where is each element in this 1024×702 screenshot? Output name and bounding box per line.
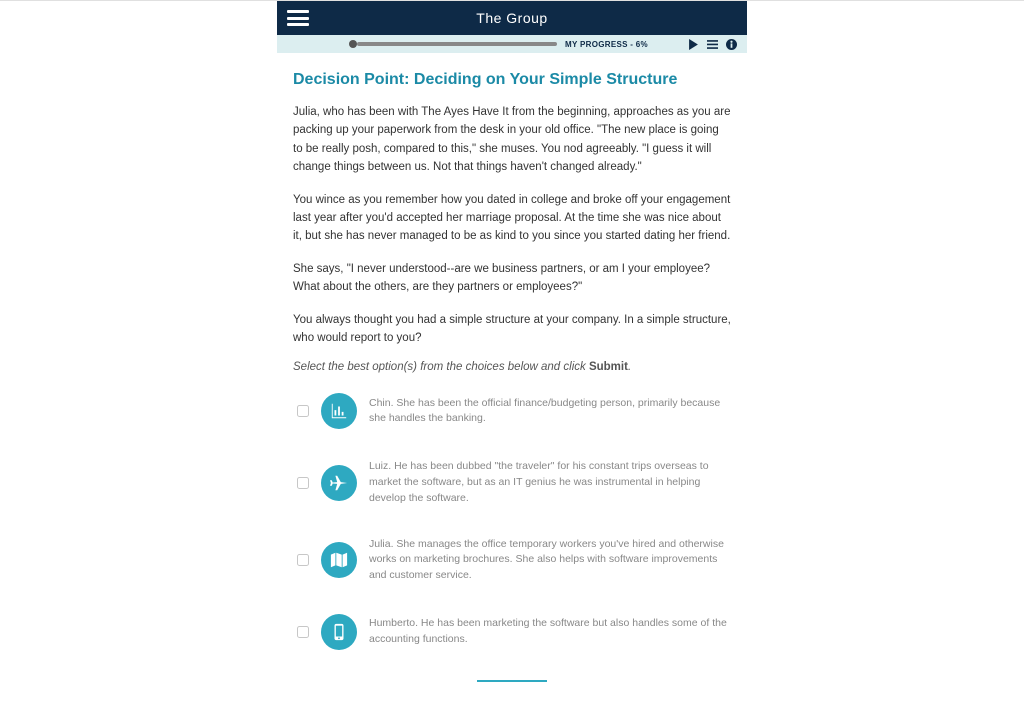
paragraph-4: You always thought you had a simple stru… bbox=[293, 311, 731, 348]
app-container: The Group MY PROGRESS - 6% Decision Poin… bbox=[277, 1, 747, 702]
option-checkbox[interactable] bbox=[297, 477, 309, 489]
paragraph-3: She says, "I never understood--are we bu… bbox=[293, 260, 731, 297]
progress-label: MY PROGRESS - 6% bbox=[565, 40, 648, 49]
progress-bar-area: MY PROGRESS - 6% bbox=[277, 35, 747, 53]
map-icon bbox=[321, 542, 357, 578]
options-list: Chin. She has been the official finance/… bbox=[293, 393, 731, 650]
option-row[interactable]: Chin. She has been the official finance/… bbox=[297, 393, 731, 429]
mobile-icon bbox=[321, 614, 357, 650]
info-icon[interactable] bbox=[726, 39, 737, 50]
option-text: Julia. She manages the office temporary … bbox=[369, 537, 731, 584]
submit-area bbox=[293, 680, 731, 682]
progress-track[interactable] bbox=[357, 42, 557, 46]
play-icon[interactable] bbox=[688, 39, 699, 50]
hamburger-menu-icon[interactable] bbox=[287, 10, 309, 26]
option-text: Humberto. He has been marketing the soft… bbox=[369, 616, 731, 648]
bar-chart-icon bbox=[321, 393, 357, 429]
option-row[interactable]: Humberto. He has been marketing the soft… bbox=[297, 614, 731, 650]
paragraph-2: You wince as you remember how you dated … bbox=[293, 191, 731, 246]
option-checkbox[interactable] bbox=[297, 626, 309, 638]
option-row[interactable]: Luiz. He has been dubbed "the traveler" … bbox=[297, 459, 731, 506]
app-header: The Group bbox=[277, 1, 747, 35]
option-text: Chin. She has been the official finance/… bbox=[369, 396, 731, 428]
submit-button[interactable] bbox=[477, 680, 547, 682]
page-title: Decision Point: Deciding on Your Simple … bbox=[293, 71, 731, 89]
plane-icon bbox=[321, 465, 357, 501]
option-text: Luiz. He has been dubbed "the traveler" … bbox=[369, 459, 731, 506]
list-icon[interactable] bbox=[707, 39, 718, 50]
option-row[interactable]: Julia. She manages the office temporary … bbox=[297, 537, 731, 584]
instruction-text: Select the best option(s) from the choic… bbox=[293, 361, 731, 373]
option-checkbox[interactable] bbox=[297, 554, 309, 566]
content-area: Decision Point: Deciding on Your Simple … bbox=[277, 53, 747, 702]
paragraph-1: Julia, who has been with The Ayes Have I… bbox=[293, 103, 731, 177]
app-title: The Group bbox=[476, 10, 547, 26]
option-checkbox[interactable] bbox=[297, 405, 309, 417]
